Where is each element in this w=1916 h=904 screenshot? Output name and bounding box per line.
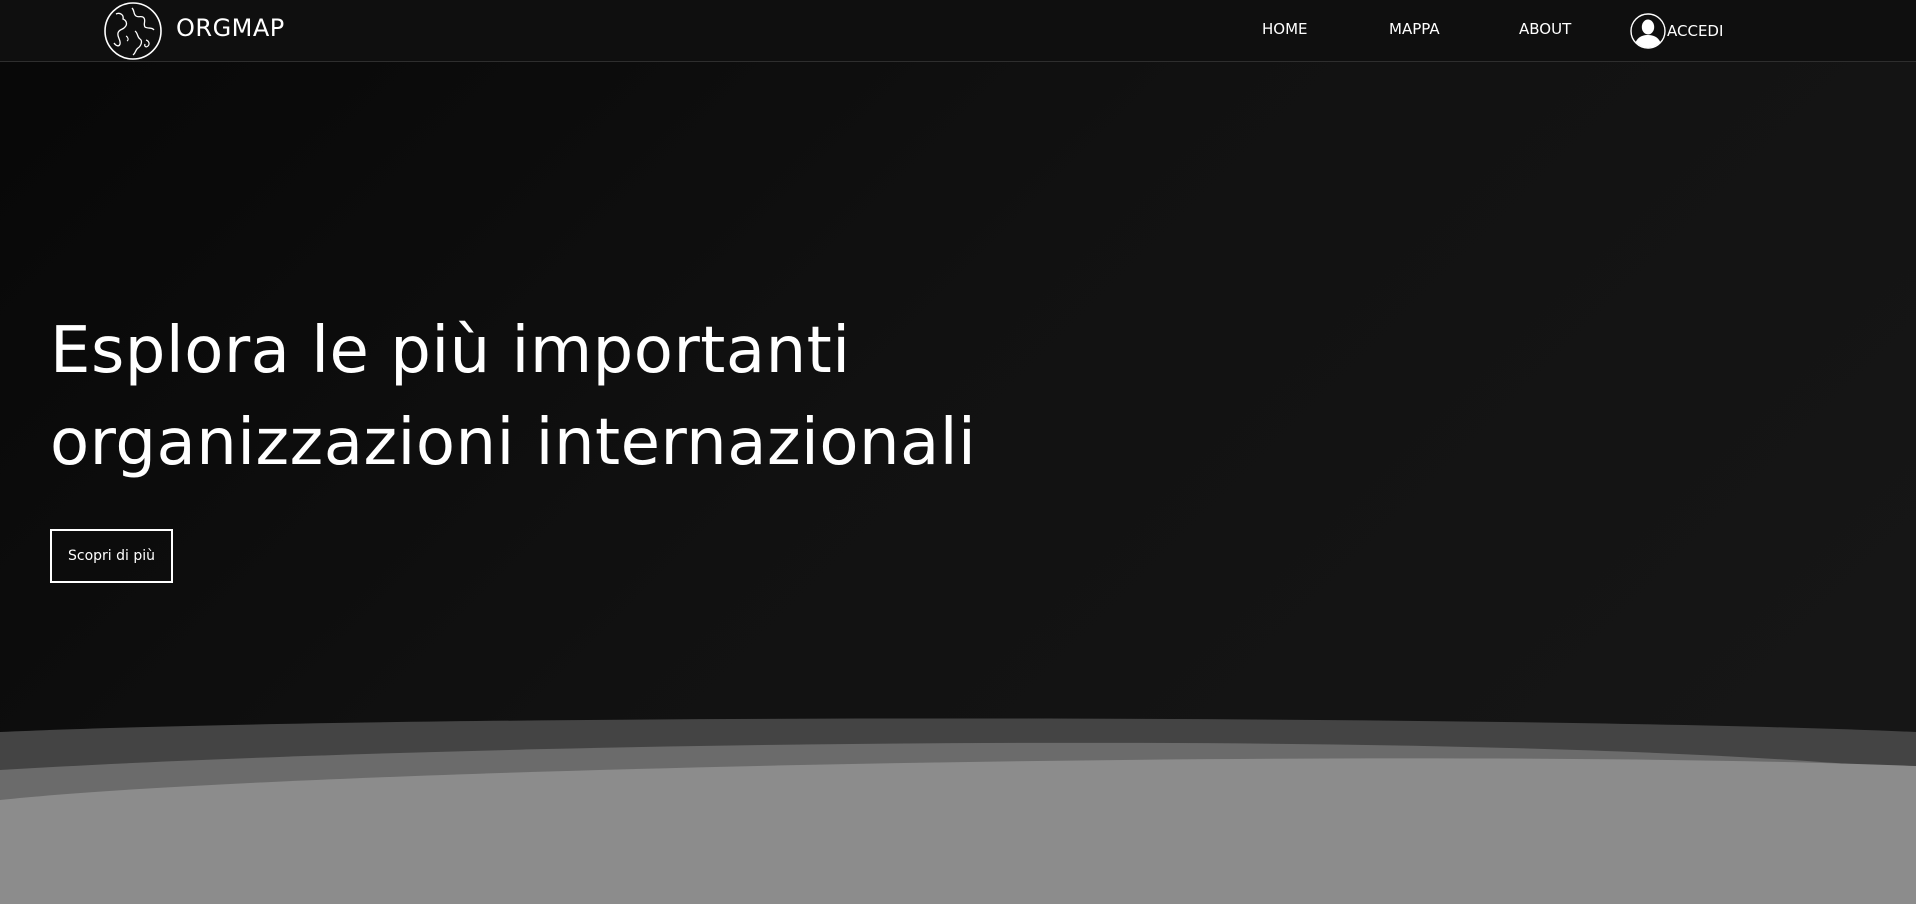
- nav-mappa-link[interactable]: MAPPA: [1389, 20, 1440, 38]
- top-navbar: ORGMAP HOME MAPPA ABOUT ACCEDI: [0, 0, 1916, 62]
- globe-icon: [104, 1, 162, 60]
- user-avatar-icon: [1630, 13, 1666, 49]
- hero-title-line-2: organizzazioni internazionali: [50, 406, 977, 480]
- discover-more-button[interactable]: Scopri di più: [50, 529, 173, 583]
- nav-home-link[interactable]: HOME: [1262, 20, 1308, 38]
- brand-logo[interactable]: ORGMAP: [102, 0, 285, 61]
- hero-title-line-1: Esplora le più importanti: [50, 314, 851, 388]
- login-label: ACCEDI: [1667, 22, 1724, 40]
- decorative-waves: [0, 718, 1916, 904]
- brand-name: ORGMAP: [176, 13, 285, 42]
- hero-title: Esplora le più importanti organizzazioni…: [50, 305, 1050, 489]
- landing-page: ORGMAP HOME MAPPA ABOUT ACCEDI Esplora l…: [0, 0, 1916, 904]
- login-link[interactable]: ACCEDI: [1630, 12, 1723, 50]
- nav-about-link[interactable]: ABOUT: [1519, 20, 1571, 38]
